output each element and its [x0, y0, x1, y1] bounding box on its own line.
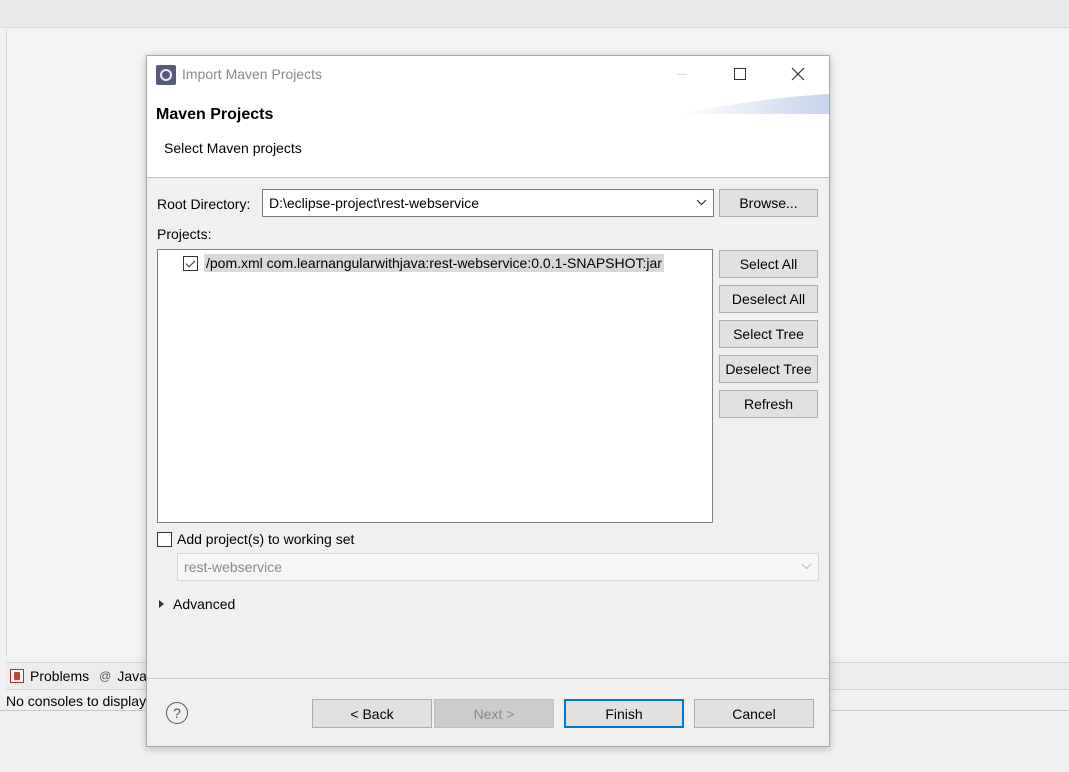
select-tree-button[interactable]: Select Tree: [719, 320, 818, 348]
close-icon: [791, 67, 805, 81]
project-item-label: /pom.xml com.learnangularwithjava:rest-w…: [204, 254, 664, 272]
wizard-page-title: Maven Projects: [156, 106, 274, 123]
working-set-checkbox[interactable]: [157, 531, 172, 547]
help-button[interactable]: ?: [166, 702, 188, 724]
ide-toolbar: [0, 0, 1069, 28]
working-set-label: Add project(s) to working set: [177, 531, 355, 547]
next-button[interactable]: Next >: [434, 699, 554, 728]
import-maven-dialog: Import Maven Projects Maven Projects Sel…: [146, 55, 830, 747]
javadoc-icon: @: [99, 669, 112, 683]
root-directory-label: Root Directory:: [157, 196, 251, 212]
list-item[interactable]: /pom.xml com.learnangularwithjava:rest-w…: [183, 253, 664, 273]
console-message: No consoles to display: [6, 693, 147, 709]
tab-problems[interactable]: Problems: [6, 662, 95, 690]
advanced-label: Advanced: [173, 596, 236, 612]
maximize-button[interactable]: [717, 56, 763, 94]
project-checkbox[interactable]: [183, 255, 198, 271]
select-all-button[interactable]: Select All: [719, 250, 818, 278]
minimize-button[interactable]: [659, 56, 705, 94]
working-set-combo[interactable]: rest-webservice: [177, 553, 819, 581]
wizard-banner-graphic: [679, 94, 829, 114]
close-button[interactable]: [775, 56, 821, 94]
cancel-button[interactable]: Cancel: [694, 699, 814, 728]
browse-button[interactable]: Browse...: [719, 189, 818, 217]
problems-icon: [10, 669, 24, 683]
chevron-down-icon: [801, 563, 812, 570]
dialog-title: Import Maven Projects: [182, 66, 323, 82]
root-directory-value: D:\eclipse-project\rest-webservice: [269, 195, 480, 211]
expand-triangle-icon: [159, 600, 164, 608]
finish-button[interactable]: Finish: [564, 699, 684, 728]
back-button[interactable]: < Back: [312, 699, 432, 728]
chevron-down-icon: [696, 199, 707, 206]
wizard-page-description: Select Maven projects: [164, 140, 302, 156]
refresh-button[interactable]: Refresh: [719, 390, 818, 418]
footer-divider: [147, 678, 829, 679]
deselect-all-button[interactable]: Deselect All: [719, 285, 818, 313]
working-set-checkbox-row[interactable]: Add project(s) to working set: [157, 531, 354, 547]
tab-problems-label: Problems: [30, 668, 90, 684]
eclipse-icon: [156, 65, 176, 85]
projects-tree[interactable]: /pom.xml com.learnangularwithjava:rest-w…: [157, 249, 713, 523]
wizard-header: Maven Projects Select Maven projects: [147, 94, 829, 178]
deselect-tree-button[interactable]: Deselect Tree: [719, 355, 818, 383]
working-set-value: rest-webservice: [184, 559, 283, 575]
projects-label: Projects:: [157, 226, 212, 242]
maximize-icon: [734, 68, 746, 80]
dialog-titlebar[interactable]: Import Maven Projects: [147, 56, 829, 94]
help-icon: ?: [173, 705, 181, 721]
root-directory-combo[interactable]: D:\eclipse-project\rest-webservice: [262, 189, 714, 217]
minimize-icon: [677, 73, 687, 75]
advanced-section-toggle[interactable]: Advanced: [159, 596, 235, 612]
